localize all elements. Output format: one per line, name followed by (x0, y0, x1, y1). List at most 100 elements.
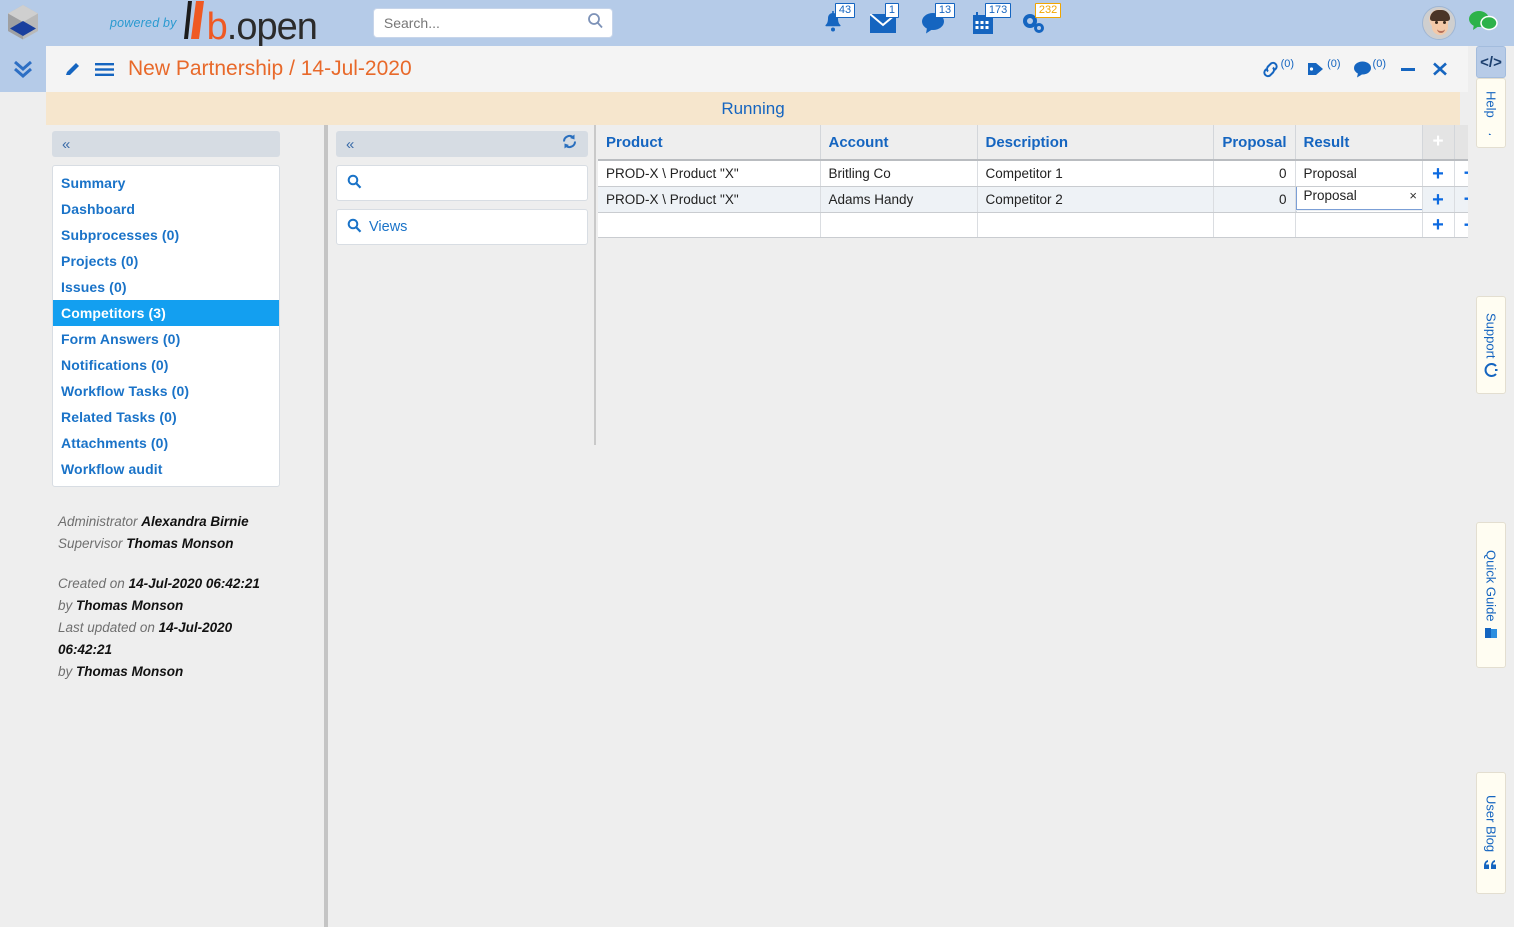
cell-result[interactable] (1295, 212, 1423, 238)
views-button[interactable]: Views (336, 209, 588, 245)
logo-b-text: b (206, 5, 228, 48)
global-search-box[interactable] (372, 8, 613, 38)
cell-proposal[interactable] (1213, 212, 1296, 238)
question-icon: ? (1480, 122, 1499, 140)
link-count: (0) (1280, 57, 1295, 70)
cell-result[interactable]: Proposal (1295, 160, 1423, 187)
cell-proposal[interactable]: 0 (1213, 186, 1296, 213)
row-add-button[interactable]: + (1422, 160, 1455, 187)
rail-tab-support[interactable]: Support (1476, 296, 1506, 394)
search-input[interactable] (383, 15, 587, 31)
tag-icon[interactable]: (0) (1302, 58, 1344, 78)
bopen-logo[interactable]: b.open (183, 0, 318, 48)
administrator-label: Administrator (58, 514, 138, 529)
chat-bubbles-icon[interactable] (1468, 8, 1498, 39)
plus-icon[interactable]: + (1432, 190, 1444, 210)
refresh-icon[interactable] (561, 133, 578, 155)
cell-product[interactable] (598, 212, 821, 238)
powered-by-label: powered by (110, 16, 177, 30)
cell-proposal[interactable]: 0 (1213, 160, 1296, 187)
sidebar-item-attachments[interactable]: Attachments (0) (53, 430, 279, 456)
cell-product[interactable]: PROD-X \ Product "X" (598, 160, 821, 187)
rail-tab-quick-guide[interactable]: Quick Guide (1476, 522, 1506, 668)
link-icon[interactable]: (0) (1257, 57, 1298, 79)
updated-by-value: Thomas Monson (76, 664, 184, 679)
plus-icon[interactable]: + (1432, 215, 1444, 235)
pencil-icon[interactable] (64, 61, 81, 78)
sidebar-item-subprocesses[interactable]: Subprocesses (0) (53, 222, 279, 248)
sidebar-item-form-answers[interactable]: Form Answers (0) (53, 326, 279, 352)
table-header-row: Product Account Description Proposal Res… (598, 125, 1487, 161)
mid-panel-toolbar[interactable]: « (336, 131, 588, 157)
sidebar-item-notifications[interactable]: Notifications (0) (53, 352, 279, 378)
rail-tab-help[interactable]: Help ? (1476, 78, 1506, 148)
svg-text:?: ? (1484, 133, 1494, 135)
quote-icon (1483, 858, 1499, 871)
envelope-icon[interactable]: 1 (868, 3, 899, 39)
column-header-result[interactable]: Result (1295, 125, 1423, 161)
supervisor-label: Supervisor (58, 536, 123, 551)
table-row[interactable]: PROD-X \ Product "X" Adams Handy Competi… (598, 186, 1487, 213)
column-header-product[interactable]: Product (598, 125, 821, 161)
row-add-button[interactable]: + (1422, 212, 1455, 238)
gears-icon[interactable]: 232 (1018, 3, 1062, 39)
column-header-account[interactable]: Account (820, 125, 978, 161)
cell-result-dropdown[interactable]: Proposal × ^ Search... Searching... Prop… (1295, 186, 1423, 213)
cell-account[interactable] (820, 212, 978, 238)
bell-icon[interactable]: 43 (818, 3, 856, 39)
row-add-button[interactable]: + (1422, 186, 1455, 213)
chat-icon[interactable]: 13 (918, 3, 956, 39)
sidebar-item-projects[interactable]: Projects (0) (53, 248, 279, 274)
created-by-value: Thomas Monson (76, 598, 184, 613)
sidebar-item-dashboard[interactable]: Dashboard (53, 196, 279, 222)
cell-account[interactable]: Britling Co (820, 160, 978, 187)
left-panel-collapse[interactable]: « (52, 131, 280, 157)
right-rail: </> Help ? Support Quick Guide User Blog (1468, 46, 1514, 927)
sidebar-item-workflow-audit[interactable]: Workflow audit (53, 456, 279, 482)
mid-search-box[interactable] (336, 165, 588, 201)
search-icon (347, 218, 362, 237)
cell-description[interactable]: Competitor 1 (977, 160, 1214, 187)
cell-account[interactable]: Adams Handy (820, 186, 978, 213)
sidebar-item-issues[interactable]: Issues (0) (53, 274, 279, 300)
table-row[interactable]: + − (598, 212, 1487, 238)
panel-splitter[interactable] (324, 125, 328, 927)
calendar-badge: 173 (984, 3, 1012, 18)
comment-icon[interactable]: (0) (1349, 58, 1390, 78)
rail-tab-label: Quick Guide (1483, 549, 1499, 622)
add-row-header-button[interactable]: + (1422, 125, 1455, 161)
record-metadata: Administrator Alexandra Birnie Superviso… (52, 511, 280, 683)
cell-product[interactable]: PROD-X \ Product "X" (598, 186, 821, 213)
column-header-proposal[interactable]: Proposal (1213, 125, 1296, 161)
sidebar-item-competitors[interactable]: Competitors (3) (53, 300, 279, 326)
hexagon-cube-logo[interactable] (0, 0, 46, 46)
cell-description[interactable]: Competitor 2 (977, 186, 1214, 213)
minimize-button[interactable] (1394, 60, 1422, 78)
double-chevron-left-icon[interactable]: « (62, 136, 71, 153)
mid-table-splitter[interactable] (594, 125, 596, 445)
plus-icon[interactable]: + (1432, 164, 1444, 184)
double-chevron-left-icon[interactable]: « (346, 136, 355, 153)
close-button[interactable] (1426, 60, 1454, 78)
page-title: New Partnership / 14-Jul-2020 (128, 57, 412, 80)
sidebar-item-workflow-tasks[interactable]: Workflow Tasks (0) (53, 378, 279, 404)
sidebar-item-summary[interactable]: Summary (53, 170, 279, 196)
user-avatar[interactable] (1422, 6, 1456, 40)
rail-tab-user-blog[interactable]: User Blog (1476, 772, 1506, 894)
table-row[interactable]: PROD-X \ Product "X" Britling Co Competi… (598, 160, 1487, 187)
page-header: New Partnership / 14-Jul-2020 (0) (0) (0… (46, 46, 1468, 92)
column-header-description[interactable]: Description (977, 125, 1214, 161)
hamburger-menu-icon[interactable] (95, 62, 114, 77)
competitors-table-wrap: Product Account Description Proposal Res… (598, 125, 1487, 238)
clear-selection-icon[interactable]: × (1409, 188, 1421, 203)
mid-panel: « Views (336, 125, 588, 245)
code-icon[interactable]: </> (1476, 46, 1506, 78)
search-icon[interactable] (347, 174, 362, 193)
calendar-icon[interactable]: 173 (968, 3, 1012, 39)
search-icon[interactable] (587, 12, 604, 34)
sidebar-item-related-tasks[interactable]: Related Tasks (0) (53, 404, 279, 430)
result-select[interactable]: Proposal × ^ (1295, 186, 1421, 210)
double-chevron-down-icon[interactable] (0, 46, 46, 92)
cell-description[interactable] (977, 212, 1214, 238)
administrator-value: Alexandra Birnie (141, 514, 249, 529)
